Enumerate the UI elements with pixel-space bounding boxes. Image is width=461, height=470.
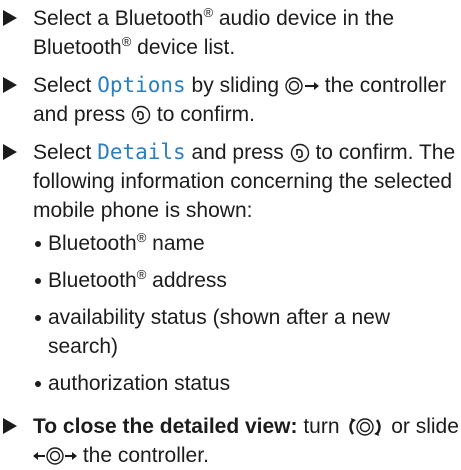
registered-mark: ® (121, 34, 132, 49)
step2-text-mid: by sliding (185, 74, 285, 97)
registered-mark: ® (136, 267, 147, 282)
step4-bold-lead: To close the detailed view: (33, 415, 298, 438)
list-item-text: availability status (shown after a new s… (48, 306, 390, 358)
list-item-suffix: name (146, 232, 205, 255)
controller-press-icon (131, 105, 151, 125)
details-menu-label: Details (97, 140, 186, 164)
instruction-page: Select a Bluetooth® audio device in the … (0, 0, 461, 467)
step3-text-before: Select (33, 141, 98, 164)
options-menu-label: Options (97, 73, 186, 97)
step-select-details: Select Details and press to confirm. The… (0, 138, 461, 398)
controller-press-icon (290, 143, 310, 163)
step1-text-before: Select a Bluetooth (33, 7, 204, 30)
step-select-device: Select a Bluetooth® audio device in the … (0, 4, 461, 62)
step-close-detailed-view: To close the detailed view: turn or slid… (0, 412, 461, 470)
list-item-text: Bluetooth (48, 269, 137, 292)
list-item: Bluetooth® address (33, 266, 461, 295)
step-arrow-icon (3, 418, 17, 434)
list-item: authorization status (33, 369, 461, 398)
controller-slide-left-right-icon (33, 446, 77, 466)
step-arrow-icon (3, 144, 17, 160)
shown-information-list: Bluetooth® name Bluetooth® address avail… (33, 229, 461, 398)
step4-text-mid: turn (297, 415, 346, 438)
controller-turn-icon (345, 417, 385, 437)
step-arrow-icon (3, 10, 17, 26)
list-item-suffix: address (146, 269, 227, 292)
step4-text-end: the controller. (77, 444, 209, 467)
registered-mark: ® (136, 230, 147, 245)
registered-mark: ® (203, 5, 214, 20)
step2-text-end: to confirm. (151, 103, 255, 126)
step1-text-end: device list. (131, 36, 236, 59)
step2-text-before: Select (33, 74, 98, 97)
step4-text-or: or slide (385, 415, 459, 438)
controller-slide-right-icon (285, 76, 319, 96)
step-select-options: Select Options by sliding the controller… (0, 71, 461, 129)
list-item-text: Bluetooth (48, 232, 137, 255)
step3-text-mid: and press (185, 141, 290, 164)
list-item: Bluetooth® name (33, 229, 461, 258)
step-arrow-icon (3, 77, 17, 93)
list-item: availability status (shown after a new s… (33, 303, 461, 361)
list-item-text: authorization status (48, 372, 231, 395)
